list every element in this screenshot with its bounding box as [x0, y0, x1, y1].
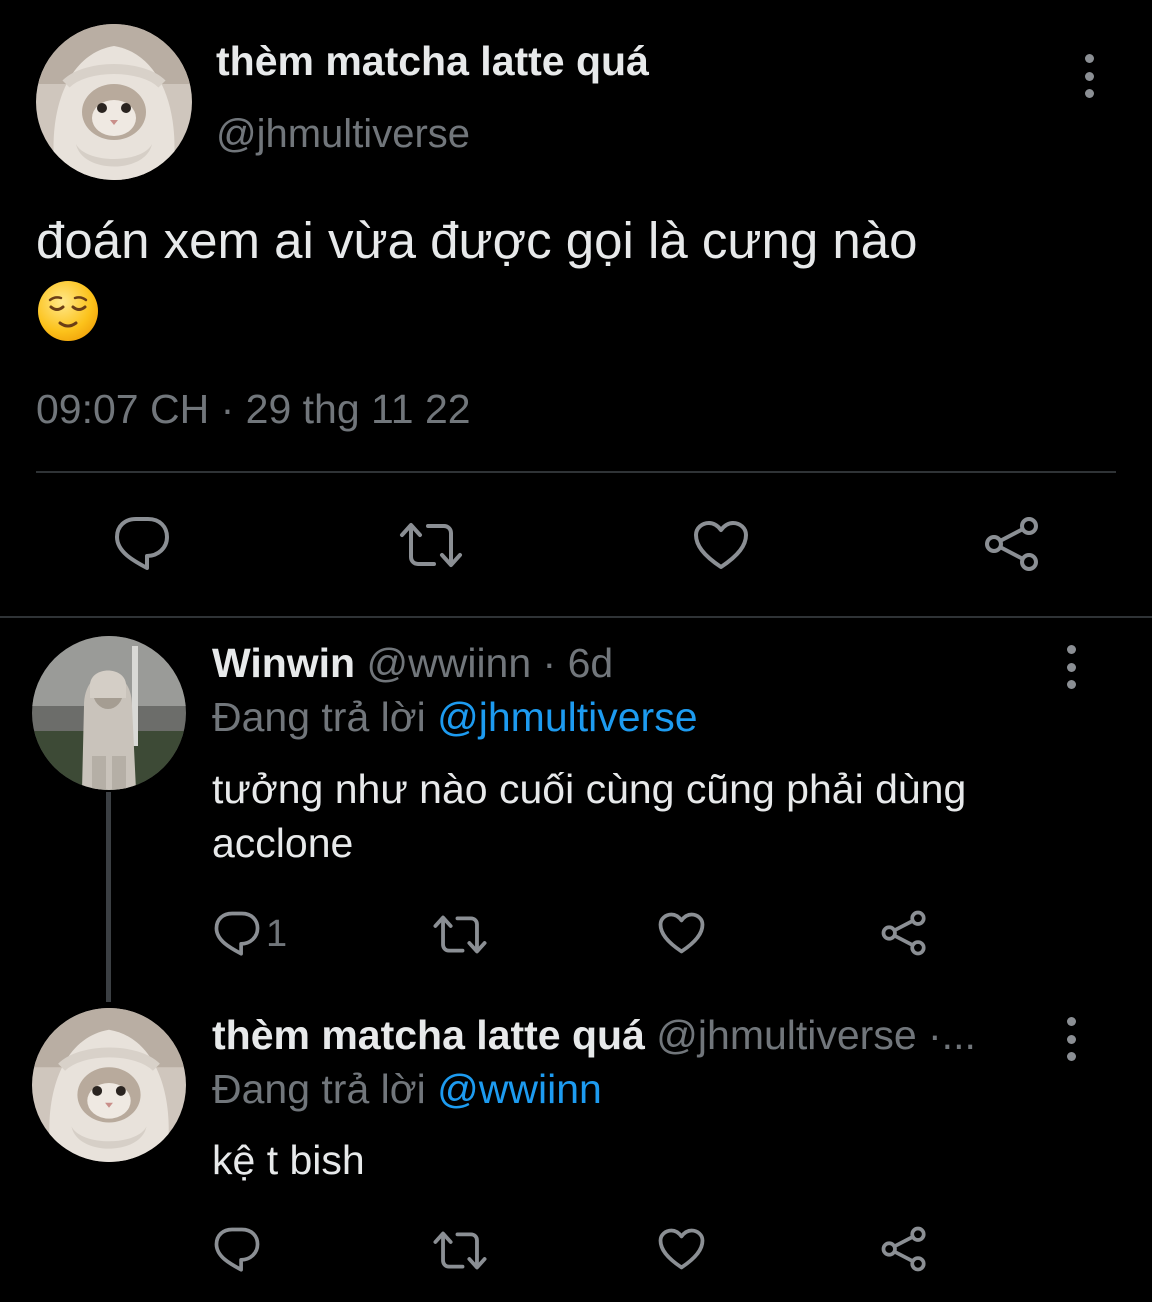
- like-icon[interactable]: [658, 912, 705, 954]
- author-display-name[interactable]: thèm matcha latte quá: [216, 38, 649, 85]
- relieved-face-icon: [36, 279, 100, 343]
- reply-display-name[interactable]: Winwin: [212, 640, 355, 686]
- replying-prefix: Đang trả lời: [212, 694, 438, 740]
- reply-icon[interactable]: [214, 910, 260, 958]
- share-icon[interactable]: [880, 1226, 928, 1272]
- more-options-icon[interactable]: [1059, 645, 1083, 689]
- reply-icon[interactable]: [214, 1226, 260, 1274]
- replying-mention-link[interactable]: @wwiinn: [437, 1066, 602, 1112]
- reply-avatar-winwin[interactable]: [32, 636, 186, 790]
- more-options-icon[interactable]: [1077, 54, 1101, 98]
- thread-connector: [106, 792, 111, 1002]
- retweet-icon[interactable]: [398, 521, 464, 569]
- retweet-icon[interactable]: [432, 1230, 488, 1271]
- more-options-icon[interactable]: [1059, 1017, 1083, 1061]
- reply-count: 1: [266, 912, 288, 955]
- divider: [36, 471, 1116, 473]
- reply-handle-time: @wwiinn · 6d: [355, 640, 614, 686]
- reply-action[interactable]: 1: [214, 910, 287, 958]
- replying-to: Đang trả lời @wwiinn: [212, 1066, 602, 1113]
- like-icon[interactable]: [693, 520, 749, 570]
- reply-text: tưởng như nào cuối cùng cũng phải dùng a…: [212, 766, 967, 866]
- section-divider: [0, 616, 1152, 618]
- reply-handle-time: @jhmultiverse ·...: [644, 1012, 976, 1058]
- reply-text: kệ t bish: [212, 1137, 365, 1183]
- reply-header: Winwin @wwiinn · 6d: [212, 640, 1052, 687]
- reply-avatar-author[interactable]: [32, 1008, 186, 1162]
- replying-prefix: Đang trả lời: [212, 1066, 438, 1112]
- reply-display-name[interactable]: thèm matcha latte quá: [212, 1012, 645, 1058]
- retweet-icon[interactable]: [432, 914, 488, 955]
- reply-icon[interactable]: [114, 515, 170, 573]
- tweet-text-content: đoán xem ai vừa được gọi là cưng nào: [36, 212, 918, 269]
- tweet-thread-screen: thèm matcha latte quá @jhmultiverse đoán…: [0, 0, 1152, 1302]
- share-icon[interactable]: [983, 516, 1041, 572]
- author-handle[interactable]: @jhmultiverse: [216, 112, 470, 157]
- author-avatar[interactable]: [36, 24, 192, 180]
- replying-mention-link[interactable]: @jhmultiverse: [437, 694, 697, 740]
- tweet-timestamp[interactable]: 09:07 CH · 29 thg 11 22: [36, 386, 471, 433]
- tweet-text: đoán xem ai vừa được gọi là cưng nào: [36, 208, 1116, 343]
- like-icon[interactable]: [658, 1228, 705, 1270]
- replying-to: Đang trả lời @jhmultiverse: [212, 694, 698, 741]
- reply-header: thèm matcha latte quá @jhmultiverse ·...: [212, 1012, 1052, 1059]
- share-icon[interactable]: [880, 910, 928, 956]
